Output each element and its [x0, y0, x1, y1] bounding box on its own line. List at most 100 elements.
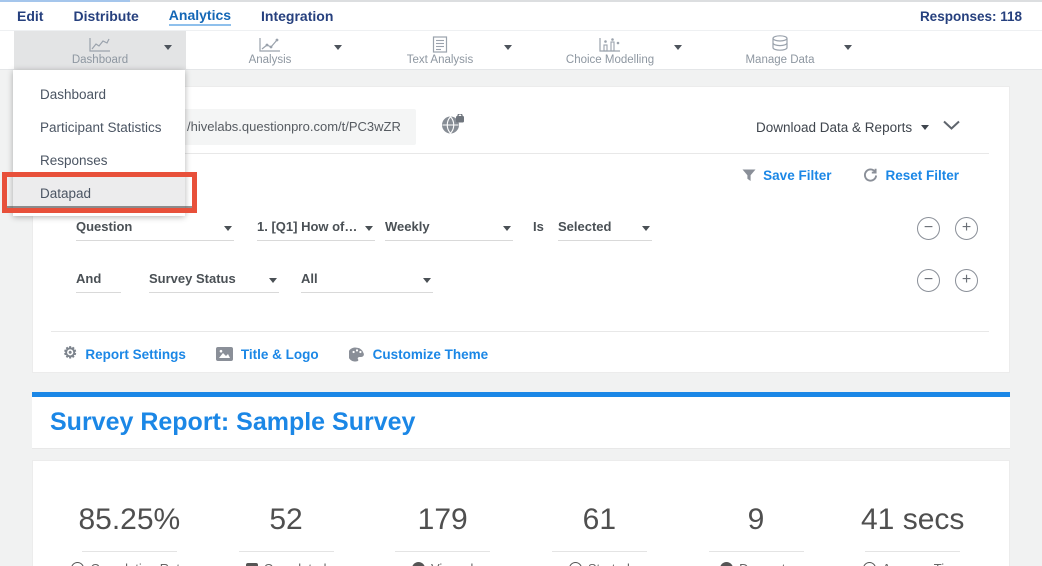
- filter-funnel-icon: [742, 169, 756, 182]
- filter-condition-select[interactable]: Selected: [558, 215, 652, 241]
- select-value: Weekly: [385, 219, 430, 234]
- add-filter-row-button[interactable]: +: [955, 269, 978, 292]
- stat-divider: [239, 551, 334, 552]
- nav-item-edit[interactable]: Edit: [17, 8, 43, 24]
- stat-value: 9: [678, 503, 835, 537]
- nav-item-analytics[interactable]: Analytics: [169, 7, 231, 26]
- stat-completed: 52 Completed: [208, 461, 365, 566]
- top-nav: Edit Distribute Analytics Integration Re…: [0, 2, 1042, 31]
- remove-filter-row-button[interactable]: −: [917, 269, 940, 292]
- caret-down-icon: [921, 125, 929, 130]
- filter-operator-label: Is: [533, 219, 544, 234]
- report-title-band: Survey Report: Sample Survey: [32, 392, 1010, 449]
- stat-average-time: 41 secs Average Time: [834, 461, 991, 566]
- document-icon: [246, 563, 258, 566]
- survey-stats-panel: 85.25% Completion Rate 52 Completed 179 …: [32, 460, 1010, 566]
- analytics-toolbar: Dashboard Analysis: [0, 31, 1042, 70]
- stat-divider: [82, 551, 177, 552]
- caret-down-icon: [365, 226, 373, 231]
- stat-label: Completed: [264, 561, 327, 566]
- tab-text-analysis[interactable]: Text Analysis: [354, 31, 526, 70]
- download-data-reports-dropdown[interactable]: Download Data & Reports: [756, 116, 929, 138]
- bar-dot-chart-icon: [598, 36, 622, 53]
- collapse-panel-chevron-icon[interactable]: [943, 120, 960, 130]
- report-title: Survey Report: Sample Survey: [50, 408, 415, 437]
- stat-label: Dropouts: [739, 561, 792, 566]
- filter-answer-select[interactable]: Weekly: [385, 215, 513, 241]
- menu-item-participant-statistics[interactable]: Participant Statistics: [13, 111, 185, 144]
- line-chart-icon: [88, 36, 112, 53]
- stat-value: 61: [521, 503, 678, 537]
- filter-type-select[interactable]: Question: [76, 215, 234, 241]
- select-value: Question: [76, 219, 132, 234]
- survey-status-select[interactable]: Survey Status: [149, 267, 279, 293]
- reset-filter-button[interactable]: Reset Filter: [863, 168, 959, 183]
- save-filter-button[interactable]: Save Filter: [742, 168, 831, 183]
- report-settings-label: Report Settings: [85, 347, 186, 362]
- survey-status-value-select[interactable]: All: [301, 267, 433, 293]
- clock-icon: [71, 562, 84, 566]
- reset-refresh-icon: [863, 168, 878, 183]
- caret-down-icon: [269, 278, 277, 283]
- filter-actions: Save Filter Reset Filter: [742, 168, 959, 183]
- tab-choice-modelling[interactable]: Choice Modelling: [524, 31, 696, 70]
- download-data-reports-label: Download Data & Reports: [756, 120, 912, 135]
- document-chart-icon: [432, 36, 448, 53]
- remove-filter-row-button[interactable]: −: [917, 217, 940, 240]
- tab-manage-data[interactable]: Manage Data: [694, 31, 866, 70]
- select-value: Survey Status: [149, 271, 236, 286]
- tab-dashboard[interactable]: Dashboard: [14, 31, 186, 70]
- panel-divider: [51, 331, 989, 332]
- tab-label: Dashboard: [72, 54, 128, 66]
- tab-dashboard-caret-icon[interactable]: [164, 45, 172, 50]
- stat-label: Average Time: [882, 561, 962, 566]
- tab-analysis[interactable]: Analysis: [184, 31, 356, 70]
- dropout-icon: [720, 562, 733, 566]
- stat-value: 41 secs: [834, 503, 991, 537]
- add-filter-row-button[interactable]: +: [955, 217, 978, 240]
- stat-viewed: 179 Viewed: [364, 461, 521, 566]
- panel-divider: [51, 153, 989, 154]
- report-settings-button[interactable]: ⚙ Report Settings: [63, 346, 186, 362]
- tab-label: Manage Data: [745, 54, 814, 66]
- stat-divider: [865, 551, 960, 552]
- stat-dropouts: 9 Dropouts: [678, 461, 835, 566]
- menu-item-dashboard[interactable]: Dashboard: [13, 78, 185, 111]
- customize-theme-label: Customize Theme: [373, 347, 489, 362]
- caret-down-icon: [503, 226, 511, 231]
- menu-item-datapad[interactable]: Datapad: [13, 177, 185, 210]
- nav-item-integration[interactable]: Integration: [261, 8, 333, 24]
- customize-theme-button[interactable]: Customize Theme: [349, 347, 489, 362]
- image-icon: [216, 347, 233, 361]
- caret-down-icon: [224, 226, 232, 231]
- select-value: 1. [Q1] How often d...: [257, 219, 359, 234]
- stat-label: Viewed: [431, 561, 473, 566]
- select-value: All: [301, 271, 318, 286]
- nav-item-distribute[interactable]: Distribute: [73, 8, 138, 24]
- tab-text-analysis-caret-icon[interactable]: [504, 45, 512, 50]
- tab-choice-modelling-caret-icon[interactable]: [674, 45, 682, 50]
- caret-down-icon: [423, 278, 431, 283]
- tab-manage-data-caret-icon[interactable]: [844, 45, 852, 50]
- stat-label: Started: [588, 561, 630, 566]
- globe-lock-icon[interactable]: [441, 114, 465, 135]
- dashboard-dropdown-menu: Dashboard Participant Statistics Respons…: [13, 70, 185, 216]
- stat-value: 179: [364, 503, 521, 537]
- stat-divider: [709, 551, 804, 552]
- filter-conjunction-select[interactable]: And: [76, 267, 121, 293]
- menu-item-responses[interactable]: Responses: [13, 144, 185, 177]
- nav-items: Edit Distribute Analytics Integration: [17, 7, 333, 26]
- tab-label: Analysis: [249, 54, 292, 66]
- stat-value: 52: [208, 503, 365, 537]
- tab-analysis-caret-icon[interactable]: [334, 45, 342, 50]
- responses-count-badge[interactable]: Responses: 118: [920, 9, 1022, 24]
- title-logo-label: Title & Logo: [241, 347, 319, 362]
- stat-divider: [552, 551, 647, 552]
- report-options-row: ⚙ Report Settings Title & Logo: [63, 343, 488, 365]
- filter-question-select[interactable]: 1. [Q1] How often d...: [257, 215, 375, 241]
- reset-filter-label: Reset Filter: [885, 168, 959, 183]
- title-logo-button[interactable]: Title & Logo: [216, 347, 319, 362]
- play-circle-icon: [569, 562, 582, 566]
- clock-icon: [863, 562, 876, 566]
- stat-value: 85.25%: [51, 503, 208, 537]
